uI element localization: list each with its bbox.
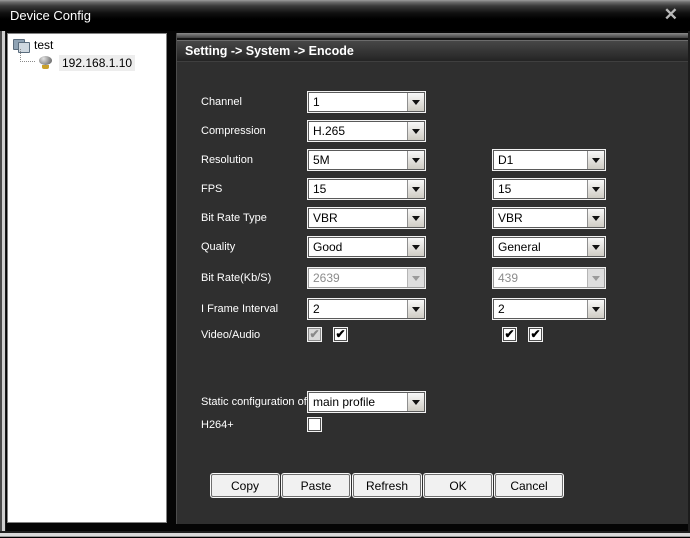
encode-settings-panel: Setting -> System -> Encode Channel 1 Co… <box>176 33 688 524</box>
chevron-down-icon[interactable] <box>587 209 604 227</box>
static-profile-dropdown[interactable]: main profile <box>308 392 425 412</box>
fps-main-dropdown[interactable]: 15 <box>308 179 425 199</box>
bitrate-extra-value: 439 <box>498 271 519 285</box>
resolution-extra-dropdown[interactable]: D1 <box>493 150 605 170</box>
bitrate-type-extra-dropdown[interactable]: VBR <box>493 208 605 228</box>
close-icon[interactable]: ✕ <box>664 6 678 24</box>
fps-label: FPS <box>201 183 223 195</box>
compression-dropdown[interactable]: H.265 <box>308 121 425 141</box>
chevron-down-icon[interactable] <box>407 151 424 169</box>
row-compression: Compression H.265 <box>177 121 688 141</box>
check-icon: ✔ <box>335 327 346 341</box>
bitrate-type-main-dropdown[interactable]: VBR <box>308 208 425 228</box>
audio-checkbox-extra[interactable]: ✔ <box>529 328 542 341</box>
window-border-bottom <box>0 531 690 538</box>
refresh-button[interactable]: Refresh <box>353 474 421 497</box>
resolution-label: Resolution <box>201 154 253 166</box>
iframe-main-value: 2 <box>313 302 320 316</box>
quality-extra-dropdown[interactable]: General <box>493 237 605 257</box>
window-title: Device Config <box>10 8 91 23</box>
chevron-down-icon[interactable] <box>587 300 604 318</box>
resolution-extra-value: D1 <box>498 153 514 167</box>
chevron-down-icon[interactable] <box>407 93 424 111</box>
row-resolution: Resolution 5M D1 <box>177 150 688 170</box>
iframe-main-dropdown[interactable]: 2 <box>308 299 425 319</box>
chevron-down-icon[interactable] <box>407 180 424 198</box>
fps-main-value: 15 <box>313 182 327 196</box>
row-channel: Channel 1 <box>177 92 688 112</box>
quality-main-dropdown[interactable]: Good <box>308 237 425 257</box>
bitrate-main-value: 2639 <box>313 271 340 285</box>
video-audio-label: Video/Audio <box>201 329 261 341</box>
copy-button[interactable]: Copy <box>211 474 279 497</box>
static-profile-value: main profile <box>313 395 376 409</box>
quality-main-value: Good <box>313 240 343 254</box>
chevron-down-icon[interactable] <box>407 122 424 140</box>
window-border-left <box>0 31 6 531</box>
iframe-extra-value: 2 <box>498 302 505 316</box>
breadcrumb: Setting -> System -> Encode <box>177 40 688 62</box>
row-h264plus: H264+ <box>177 415 688 435</box>
chevron-down-icon[interactable] <box>407 393 424 411</box>
quality-label: Quality <box>201 241 236 253</box>
tree-branch-line <box>20 49 35 62</box>
fps-extra-dropdown[interactable]: 15 <box>493 179 605 199</box>
tree-group-label: test <box>34 38 54 52</box>
check-icon: ✔ <box>530 327 541 341</box>
quality-extra-value: General <box>498 240 541 254</box>
video-checkbox-main: ✔ <box>308 328 321 341</box>
iframe-extra-dropdown[interactable]: 2 <box>493 299 605 319</box>
bitrate-type-extra-value: VBR <box>498 211 523 225</box>
chevron-down-icon[interactable] <box>407 209 424 227</box>
row-video-audio: Video/Audio ✔ ✔ ✔ ✔ <box>177 325 688 345</box>
check-icon: ✔ <box>309 327 320 341</box>
window-titlebar[interactable]: Device Config ✕ <box>0 0 690 31</box>
chevron-down-icon[interactable] <box>407 238 424 256</box>
panel-top-band <box>177 33 688 40</box>
row-static-config: Static configuration of main profile <box>177 392 688 412</box>
iframe-interval-label: I Frame Interval <box>201 303 279 315</box>
row-quality: Quality Good General <box>177 237 688 257</box>
compression-label: Compression <box>201 125 266 137</box>
chevron-down-icon <box>587 269 604 287</box>
row-bitrate: Bit Rate(Kb/S) 2639 439 <box>177 268 688 288</box>
device-tree-panel: test 192.168.1.10 <box>7 33 167 523</box>
cancel-button[interactable]: Cancel <box>495 474 563 497</box>
row-iframe-interval: I Frame Interval 2 2 <box>177 299 688 319</box>
chevron-down-icon[interactable] <box>587 238 604 256</box>
tree-device-label: 192.168.1.10 <box>59 55 136 71</box>
channel-dropdown[interactable]: 1 <box>308 92 425 112</box>
channel-label: Channel <box>201 96 242 108</box>
bitrate-main-combo: 2639 <box>308 268 425 288</box>
row-fps: FPS 15 15 <box>177 179 688 199</box>
compression-value: H.265 <box>313 124 346 138</box>
chevron-down-icon[interactable] <box>587 180 604 198</box>
paste-button[interactable]: Paste <box>282 474 350 497</box>
static-config-label: Static configuration of <box>201 396 307 408</box>
bitrate-type-label: Bit Rate Type <box>201 212 267 224</box>
fps-extra-value: 15 <box>498 182 512 196</box>
tree-node-device[interactable]: 192.168.1.10 <box>37 55 136 71</box>
camera-device-icon <box>37 56 54 70</box>
h264plus-label: H264+ <box>201 419 234 431</box>
chevron-down-icon[interactable] <box>407 300 424 318</box>
ok-button[interactable]: OK <box>424 474 492 497</box>
bitrate-type-main-value: VBR <box>313 211 338 225</box>
h264plus-checkbox[interactable] <box>308 418 321 431</box>
chevron-down-icon[interactable] <box>587 151 604 169</box>
chevron-down-icon <box>407 269 424 287</box>
audio-checkbox-main[interactable]: ✔ <box>334 328 347 341</box>
resolution-main-value: 5M <box>313 153 330 167</box>
check-icon: ✔ <box>504 327 515 341</box>
video-checkbox-extra[interactable]: ✔ <box>503 328 516 341</box>
bitrate-extra-combo: 439 <box>493 268 605 288</box>
button-row: Copy Paste Refresh OK Cancel <box>211 474 563 497</box>
resolution-main-dropdown[interactable]: 5M <box>308 150 425 170</box>
channel-value: 1 <box>313 95 320 109</box>
row-bitrate-type: Bit Rate Type VBR VBR <box>177 208 688 228</box>
bitrate-label: Bit Rate(Kb/S) <box>201 272 272 284</box>
